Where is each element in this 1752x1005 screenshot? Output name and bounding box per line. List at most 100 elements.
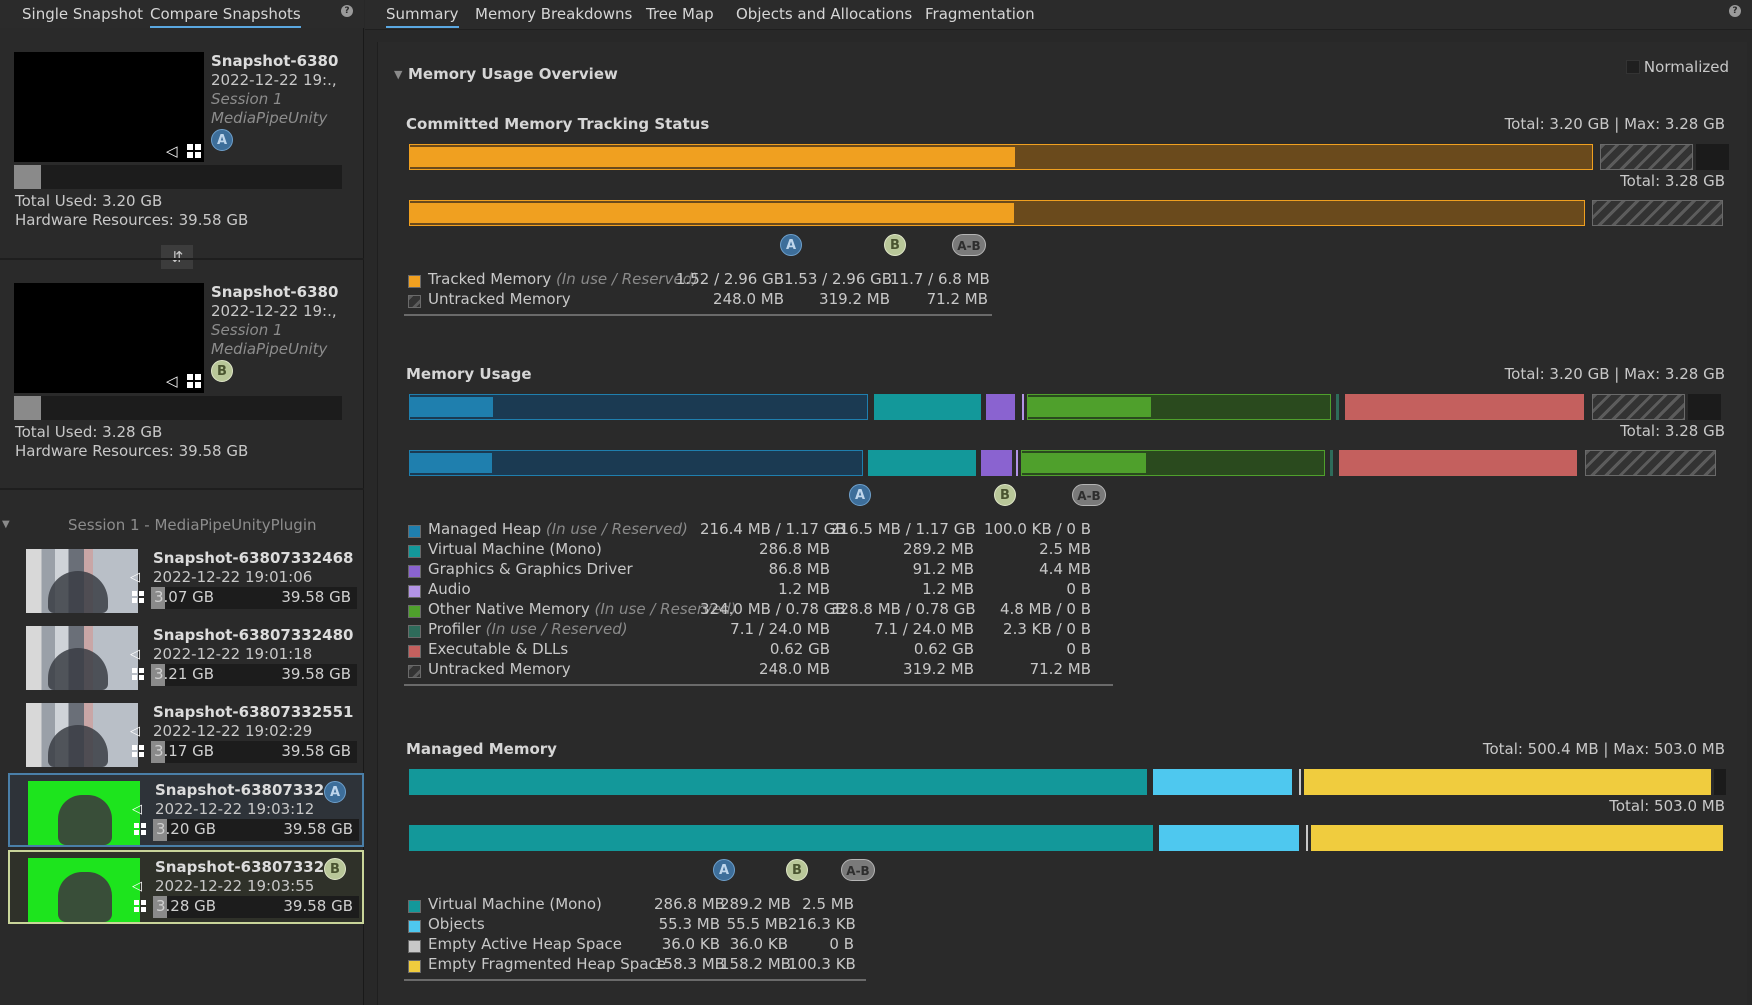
session-group-header[interactable]: ▼ Session 1 - MediaPipeUnityPlugin bbox=[0, 516, 364, 538]
profiler-segment[interactable] bbox=[1330, 450, 1333, 476]
legend-row[interactable]: Audio 1.2 MB 1.2 MB 0 B bbox=[404, 580, 1113, 600]
legend-separator bbox=[404, 314, 992, 316]
legend-row[interactable]: Tracked Memory (In use / Reserved) 1.52 /… bbox=[404, 270, 992, 290]
legend-value-a: 286.8 MB bbox=[759, 540, 830, 558]
graphics-segment[interactable] bbox=[981, 450, 1012, 476]
collapse-triangle-icon[interactable]: ▼ bbox=[2, 519, 10, 530]
legend-row[interactable]: Empty Fragmented Heap Space 158.3 MB 158.2… bbox=[404, 955, 866, 975]
other-native-in-use-segment[interactable] bbox=[1022, 453, 1146, 473]
normalized-toggle[interactable]: Normalized bbox=[1625, 58, 1729, 76]
objects-segment[interactable] bbox=[1153, 769, 1292, 795]
legend-row[interactable]: Virtual Machine (Mono) 286.8 MB 289.2 MB 2.… bbox=[404, 540, 1113, 560]
executable-dlls-segment[interactable] bbox=[1339, 450, 1577, 476]
list-item[interactable]: ◁ Snapshot-63807332 2022-12-22 19:03:55 3.2… bbox=[8, 850, 364, 924]
column-diff-badge: A-B bbox=[952, 234, 986, 256]
legend-row[interactable]: Graphics & Graphics Driver 86.8 MB 91.2 MB… bbox=[404, 560, 1113, 580]
legend-row[interactable]: Profiler (In use / Reserved) 7.1 / 24.0 M… bbox=[404, 620, 1113, 640]
snapshot-title: Snapshot-63807332480 bbox=[153, 626, 354, 644]
snapshot-b-title: Snapshot-6380 bbox=[211, 283, 339, 301]
snapshot-a-total-used: Total Used: 3.20 GB bbox=[15, 192, 163, 210]
legend-label: Empty Fragmented Heap Space bbox=[428, 955, 666, 973]
legend-row[interactable]: Managed Heap (In use / Reserved) 216.4 MB… bbox=[404, 520, 1113, 540]
audio-segment[interactable] bbox=[1022, 394, 1024, 420]
snapshot-memory-bar: 3.28 GB 39.58 GB bbox=[153, 896, 359, 918]
snapshot-a-project: MediaPipeUnity bbox=[211, 109, 328, 127]
windows-icon bbox=[134, 823, 146, 835]
legend-name: Virtual Machine (Mono) bbox=[428, 895, 602, 913]
snapshot-b-project: MediaPipeUnity bbox=[211, 340, 328, 358]
list-item[interactable]: ◁ Snapshot-63807332480 2022-12-22 19:01:18… bbox=[8, 620, 364, 694]
tab-tree-map[interactable]: Tree Map bbox=[646, 5, 714, 23]
tab-single-snapshot[interactable]: Single Snapshot bbox=[22, 5, 143, 23]
graphics-segment[interactable] bbox=[986, 394, 1015, 420]
legend-name: Untracked Memory bbox=[428, 290, 571, 308]
tab-fragmentation[interactable]: Fragmentation bbox=[925, 5, 1035, 23]
list-item[interactable]: ◁ Snapshot-63807332468 2022-12-22 19:01:06… bbox=[8, 543, 364, 617]
vm-mono-segment[interactable] bbox=[409, 769, 1147, 795]
windows-icon bbox=[187, 374, 201, 388]
untracked-segment[interactable] bbox=[1592, 200, 1723, 226]
legend-value-a: 324.0 MB / 0.78 GB bbox=[700, 600, 846, 618]
swap-snapshots-button[interactable]: ⇵ bbox=[160, 244, 194, 270]
empty-fragmented-heap-segment[interactable] bbox=[1311, 825, 1723, 851]
tracked-in-use-segment[interactable] bbox=[410, 203, 1014, 223]
legend-row[interactable]: Executable & DLLs 0.62 GB 0.62 GB 0 B bbox=[404, 640, 1113, 660]
legend-row[interactable]: Untracked Memory 248.0 MB 319.2 MB 71.2 MB bbox=[404, 290, 992, 310]
tab-compare-snapshots[interactable]: Compare Snapshots bbox=[150, 5, 301, 28]
collapse-triangle-icon[interactable]: ▼ bbox=[394, 68, 402, 81]
legend-swatch bbox=[408, 545, 421, 558]
legend-row[interactable]: Objects 55.3 MB 55.5 MB 216.3 KB bbox=[404, 915, 866, 935]
legend-value-b: 319.2 MB bbox=[819, 290, 890, 308]
legend-row[interactable]: Virtual Machine (Mono) 286.8 MB 289.2 MB 2.… bbox=[404, 895, 866, 915]
objects-segment[interactable] bbox=[1159, 825, 1299, 851]
tab-memory-breakdowns[interactable]: Memory Breakdowns bbox=[475, 5, 632, 23]
normalized-checkbox[interactable] bbox=[1625, 60, 1640, 74]
untracked-segment[interactable] bbox=[1585, 450, 1716, 476]
snapshot-badge: A bbox=[324, 781, 346, 803]
list-item[interactable]: ◁ Snapshot-63807332 2022-12-22 19:03:12 3.2… bbox=[8, 773, 364, 847]
vm-mono-segment[interactable] bbox=[874, 394, 981, 420]
snapshot-a-hardware: Hardware Resources: 39.58 GB bbox=[15, 211, 249, 229]
empty-active-heap-segment[interactable] bbox=[1306, 825, 1308, 851]
empty-fragmented-heap-segment[interactable] bbox=[1304, 769, 1711, 795]
legend-row[interactable]: Untracked Memory 248.0 MB 319.2 MB 71.2 MB bbox=[404, 660, 1113, 680]
managed-heap-in-use-segment[interactable] bbox=[410, 397, 493, 417]
managed-total-b: Total: 503.0 MB bbox=[1609, 797, 1725, 815]
legend-name: Empty Fragmented Heap Space bbox=[428, 955, 667, 973]
untracked-segment[interactable] bbox=[1600, 144, 1693, 170]
legend-value-a: 1.2 MB bbox=[778, 580, 830, 598]
list-item[interactable]: ◁ Snapshot-63807332551 2022-12-22 19:02:29… bbox=[8, 697, 364, 771]
help-icon[interactable]: ? bbox=[1729, 5, 1741, 17]
tracked-in-use-segment[interactable] bbox=[410, 147, 1015, 167]
managed-bar-a bbox=[409, 769, 1729, 795]
snapshot-title: Snapshot-63807332468 bbox=[153, 549, 354, 567]
legend-name: Empty Active Heap Space bbox=[428, 935, 623, 953]
other-native-in-use-segment[interactable] bbox=[1028, 397, 1151, 417]
legend-name: Untracked Memory bbox=[428, 660, 571, 678]
vm-mono-segment[interactable] bbox=[868, 450, 976, 476]
snapshot-total-used: 3.21 GB bbox=[154, 665, 215, 683]
empty-active-heap-segment[interactable] bbox=[1299, 769, 1301, 795]
legend-value-a: 1.52 / 2.96 GB bbox=[675, 270, 784, 288]
snapshot-total-used: 3.28 GB bbox=[156, 897, 217, 915]
audio-segment[interactable] bbox=[1016, 450, 1018, 476]
tab-objects-and-allocations[interactable]: Objects and Allocations bbox=[736, 5, 912, 23]
managed-heap-in-use-segment[interactable] bbox=[410, 453, 492, 473]
legend-swatch bbox=[408, 525, 421, 538]
usage-bar-b bbox=[409, 450, 1729, 476]
legend-label: Virtual Machine (Mono) bbox=[428, 895, 602, 913]
column-b-badge: B bbox=[994, 484, 1016, 506]
snapshot-hardware: 39.58 GB bbox=[281, 665, 351, 683]
help-icon[interactable]: ? bbox=[341, 5, 353, 17]
executable-dlls-segment[interactable] bbox=[1345, 394, 1584, 420]
vm-mono-segment[interactable] bbox=[409, 825, 1153, 851]
tab-summary[interactable]: Summary bbox=[386, 5, 459, 28]
legend-value-diff: 2.5 MB bbox=[802, 895, 854, 913]
profiler-segment[interactable] bbox=[1336, 394, 1339, 420]
snapshot-thumbnail bbox=[26, 549, 138, 613]
legend-row[interactable]: Other Native Memory (In use / Reserved) 3… bbox=[404, 600, 1113, 620]
committed-bar-a bbox=[409, 144, 1729, 170]
legend-row[interactable]: Empty Active Heap Space 36.0 KB 36.0 KB 0 B bbox=[404, 935, 866, 955]
legend-swatch bbox=[408, 645, 421, 658]
untracked-segment[interactable] bbox=[1592, 394, 1685, 420]
